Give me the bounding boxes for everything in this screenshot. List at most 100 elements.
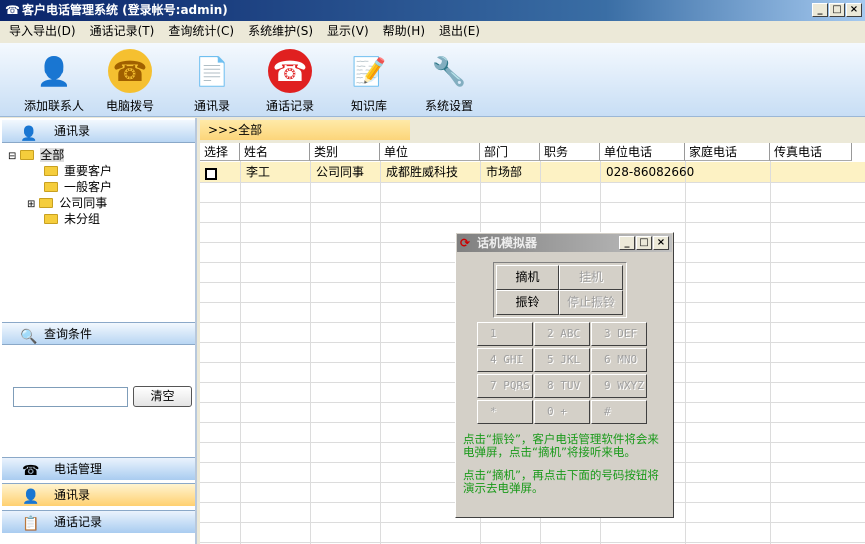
folder-icon [44,166,58,176]
menu-import-export[interactable]: 导入导出(D) [0,21,81,42]
menu-call-records[interactable]: 通话记录(T) [81,21,160,42]
keypad-key[interactable]: 8 TUV [534,374,590,398]
tree-item-all[interactable]: ⊟ 全部 [8,147,65,163]
nav-call-records[interactable]: 📋 通话记录 [2,510,195,533]
dialog-title-bar: ⟳ 话机模拟器 _ □ × [457,234,672,252]
folder-icon [44,214,58,224]
title-bar: ☎ 客户电话管理系统 (登录帐号:admin) _ □ × [0,0,865,21]
phone-sim-icon: ⟳ [460,236,471,250]
grid-line [685,161,686,544]
keypad-key[interactable]: 3 DEF [591,322,647,346]
toolbar: 👤 添加联系人 ☎ 电脑拨号 📄 通讯录 ☎ 通话记录 📝 知识库 🔧 系统设置 [0,43,865,117]
contact-card-icon: 👤 [20,126,38,142]
tree-item-colleagues[interactable]: ⊞ 公司同事 [27,195,107,211]
keypad-key[interactable]: # [591,400,647,424]
expand-icon[interactable]: ⊞ [27,199,35,210]
column-header[interactable]: 类别 [310,143,380,161]
add-contact-button[interactable]: 👤 添加联系人 [16,49,92,114]
knowledge-base-button[interactable]: 📝 知识库 [331,49,407,114]
grid-line [770,161,771,544]
minimize-button[interactable]: _ [812,3,828,17]
tools-icon: 🔧 [431,54,467,88]
tree-item-ungrouped[interactable]: 未分组 [44,211,100,227]
menu-exit[interactable]: 退出(E) [430,21,485,42]
settings-button[interactable]: 🔧 系统设置 [411,49,487,114]
ring-button[interactable]: 振铃 [496,290,559,315]
left-panel: 👤 通讯录 ⊟ 全部 重要客户 一般客户 ⊞ 公司同事 未分组 🔍 查询条件 清空 … [0,118,197,544]
tree-item-important[interactable]: 重要客户 [44,163,112,179]
column-header[interactable]: 姓名 [240,143,310,161]
address-book-icon: 📄 [194,54,230,88]
nav-address-book[interactable]: 👤 通讯录 [2,483,195,506]
folder-icon [39,198,54,208]
call-log-button[interactable]: ☎ 通话记录 [252,49,328,114]
address-book-button[interactable]: 📄 通讯录 [174,49,250,114]
window-title: 客户电话管理系统 (登录帐号:admin) [22,3,228,17]
clear-button[interactable]: 清空 [133,386,192,407]
keypad-key[interactable]: 0 + [534,400,590,424]
search-doc-icon: 🔍 [20,329,38,345]
column-header[interactable]: 部门 [480,143,540,161]
keypad-key[interactable]: * [477,400,533,424]
folder-icon [44,182,58,192]
menu-view[interactable]: 显示(V) [318,21,374,42]
breadcrumb: >>>全部 [200,120,410,140]
row-checkbox[interactable] [205,168,217,180]
call-log-icon: ☎ [268,49,312,93]
contact-card-icon: 👤 [22,489,40,505]
grid-line [310,161,311,544]
contacts-panel-header[interactable]: 👤 通讯录 [2,120,195,143]
keypad-key[interactable]: 4 GHI [477,348,533,372]
column-header[interactable]: 传真电话 [770,143,852,161]
table-cell: 028-86082660 [606,165,695,179]
table-cell: 市场部 [486,165,523,179]
table-cell [540,162,546,182]
hint-pickup: 点击“摘机”，再点击下面的号码按钮将演示去电弹屏。 [463,468,659,495]
dial-button[interactable]: ☎ 电脑拨号 [92,49,168,114]
table-row[interactable] [200,162,865,182]
add-contact-icon: 👤 [36,54,72,88]
column-header[interactable]: 职务 [540,143,600,161]
column-header[interactable]: 选择 [200,143,240,161]
grid-line [240,161,241,544]
telephone-icon: ☎ [22,463,40,479]
dialog-close-button[interactable]: × [653,236,669,250]
maximize-button[interactable]: □ [829,3,845,17]
knowledge-base-icon: 📝 [351,54,387,88]
keypad-key[interactable]: 9 WXYZ [591,374,647,398]
dialog-maximize-button[interactable]: □ [636,236,652,250]
table-cell [685,162,691,182]
keypad-key[interactable]: 2 ABC [534,322,590,346]
table-cell: 李工 [246,165,271,179]
menu-bar: 导入导出(D) 通话记录(T) 查询统计(C) 系统维护(S) 显示(V) 帮助… [0,21,865,42]
menu-query-stats[interactable]: 查询统计(C) [159,21,239,42]
menu-help[interactable]: 帮助(H) [374,21,430,42]
table-cell [770,162,776,182]
query-panel-header[interactable]: 🔍 查询条件 [2,322,195,345]
telephone-icon: ☎ [108,49,152,93]
hint-ring: 点击“振铃”，客户电话管理软件将会来电弹屏，点击“摘机”将接听来电。 [463,432,659,459]
menu-system[interactable]: 系统维护(S) [239,21,318,42]
call-note-icon: 📋 [22,516,40,532]
phone-simulator-dialog: ⟳ 话机模拟器 _ □ × 摘机 挂机 振铃 停止振铃 12 ABC 3 DEF 4… [455,232,674,518]
keypad-key[interactable]: 7 PQRS [477,374,533,398]
stop-ring-button[interactable]: 停止振铃 [559,290,623,315]
close-button[interactable]: × [846,3,862,17]
table-cell: 公司同事 [316,165,365,179]
nav-phone-management[interactable]: ☎ 电话管理 [2,457,195,480]
column-header[interactable]: 家庭电话 [685,143,770,161]
folder-open-icon [20,150,35,160]
hangup-button[interactable]: 挂机 [559,265,623,290]
keypad-key[interactable]: 1 [477,322,533,346]
column-header[interactable]: 单位电话 [600,143,685,161]
column-header[interactable]: 单位 [380,143,480,161]
keypad-key[interactable]: 6 MNO [591,348,647,372]
grid-line [380,161,381,544]
pickup-button[interactable]: 摘机 [496,265,559,290]
dialog-minimize-button[interactable]: _ [619,236,635,250]
query-input[interactable] [13,387,128,407]
keypad-key[interactable]: 5 JKL [534,348,590,372]
tree-item-general[interactable]: 一般客户 [44,179,112,195]
app-icon: ☎ [5,3,20,17]
table-cell: 成都胜威科技 [386,165,459,179]
